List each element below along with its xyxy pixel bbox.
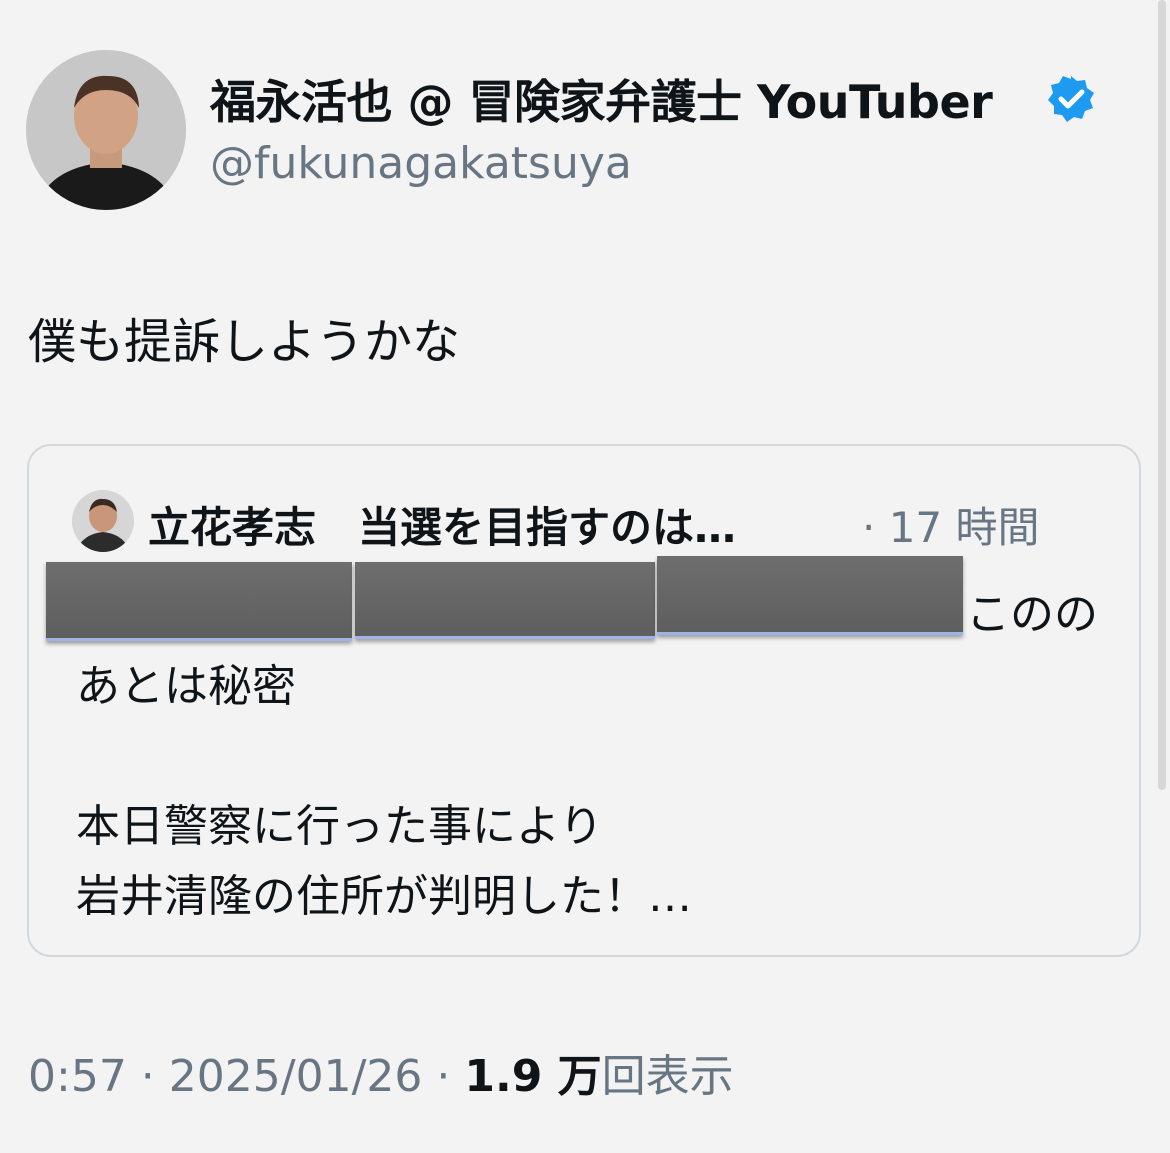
- verified-badge-icon: [1048, 76, 1094, 122]
- redaction-block-3: [657, 556, 963, 635]
- meta-separator: ·: [422, 1051, 465, 1102]
- tweet-text: 僕も提訴しようかな: [28, 314, 461, 370]
- scrollbar[interactable]: [1158, 0, 1166, 790]
- tweet-detail-screen: 福永活也 @ 冒険家弁護士 YouTuber @fukunagakatsuya …: [0, 0, 1170, 1153]
- quoted-timestamp: · 17 時間: [862, 503, 1040, 552]
- author-display-name[interactable]: 福永活也 @ 冒険家弁護士 YouTuber: [210, 66, 993, 132]
- quoted-text-line-1-tail: このの: [966, 589, 1098, 640]
- views-label: 回表示: [601, 1051, 734, 1102]
- quoted-author-avatar: [72, 490, 134, 552]
- views-count[interactable]: 1.9 万: [464, 1051, 601, 1102]
- tweet-meta: 0:57 · 2025/01/26 · 1.9 万回表示: [28, 1040, 734, 1104]
- redaction-block-1: [46, 562, 352, 641]
- meta-separator: ·: [126, 1051, 169, 1102]
- quoted-text-line-3: 本日警察に行った事により: [76, 801, 604, 852]
- redaction-block-2: [355, 562, 655, 639]
- tweet-date: 2025/01/26: [168, 1051, 423, 1102]
- tweet-time: 0:57: [28, 1051, 127, 1102]
- author-handle[interactable]: @fukunagakatsuya: [210, 138, 632, 189]
- author-avatar[interactable]: [26, 50, 186, 210]
- quoted-author-name: 立花孝志 当選を目指すのは…: [148, 503, 737, 552]
- quoted-text-line-4: 岩井清隆の住所が判明した！…: [76, 871, 692, 922]
- quoted-text-line-2: あとは秘密: [76, 661, 296, 712]
